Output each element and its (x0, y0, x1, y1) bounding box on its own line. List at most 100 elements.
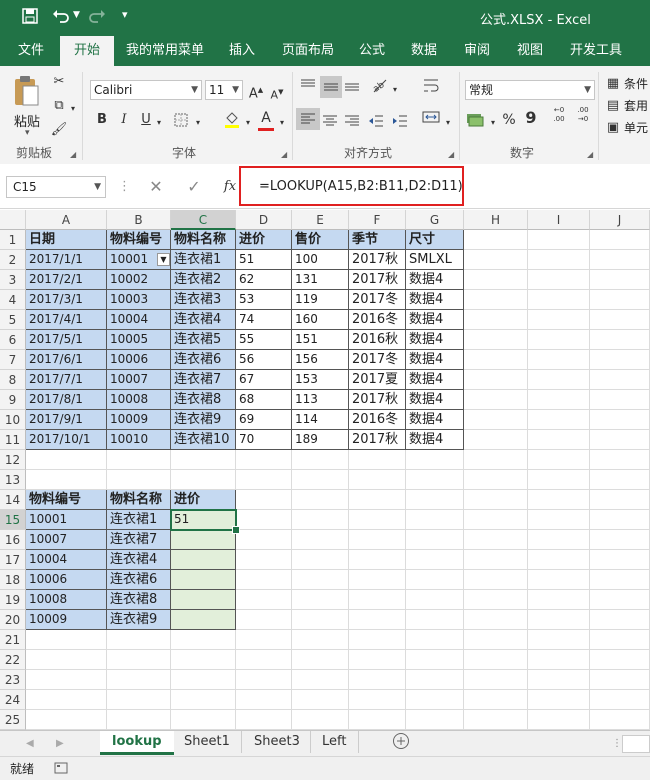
cell[interactable] (464, 270, 528, 290)
cell[interactable] (26, 470, 107, 490)
cell[interactable] (528, 350, 590, 370)
table1-cell[interactable]: 119 (292, 290, 349, 310)
conditional-format-label[interactable]: 条件 (624, 75, 648, 92)
table1-cell[interactable]: 2017/1/1 (26, 250, 107, 270)
cell[interactable] (406, 710, 464, 730)
cell[interactable] (292, 690, 349, 710)
table1-cell[interactable]: 160 (292, 310, 349, 330)
cell[interactable] (590, 590, 650, 610)
table1-cell[interactable]: 2017夏 (349, 370, 406, 390)
table1-cell[interactable]: 数据4 (406, 330, 464, 350)
cell[interactable] (590, 310, 650, 330)
table1-cell[interactable]: 56 (236, 350, 292, 370)
align-middle-icon[interactable] (320, 76, 342, 98)
cell[interactable] (236, 630, 292, 650)
cell[interactable] (406, 610, 464, 630)
merge-dropdown-icon[interactable]: ▾ (443, 113, 453, 133)
table1-cell[interactable]: 连衣裙3 (171, 290, 236, 310)
table1-cell[interactable]: 131 (292, 270, 349, 290)
row-header-19[interactable]: 19 (0, 590, 26, 610)
cell[interactable] (590, 670, 650, 690)
font-color-icon[interactable]: A (256, 108, 276, 131)
cell[interactable] (349, 590, 406, 610)
row-header-6[interactable]: 6 (0, 330, 26, 350)
row-header-24[interactable]: 24 (0, 690, 26, 710)
table2-cell[interactable]: 10008 (26, 590, 107, 610)
table1-cell[interactable]: 62 (236, 270, 292, 290)
cell[interactable] (464, 230, 528, 250)
table2-cell[interactable] (171, 550, 236, 570)
decrease-indent-icon[interactable] (368, 110, 388, 128)
table2-cell[interactable]: 连衣裙9 (107, 610, 171, 630)
cell[interactable] (590, 450, 650, 470)
cell[interactable] (406, 570, 464, 590)
cell[interactable] (349, 710, 406, 730)
tab-data[interactable]: 数据 (411, 36, 437, 66)
cell[interactable] (406, 690, 464, 710)
cell[interactable] (590, 610, 650, 630)
table1-cell[interactable]: 连衣裙2 (171, 270, 236, 290)
cell[interactable] (292, 670, 349, 690)
underline-button[interactable]: U (138, 110, 154, 130)
borders-dropdown-icon[interactable]: ▾ (193, 113, 203, 133)
table1-cell[interactable]: 数据4 (406, 430, 464, 450)
table1-cell[interactable]: 2016冬 (349, 410, 406, 430)
redo-icon[interactable] (88, 8, 106, 24)
shrink-font-button[interactable]: A▼ (270, 82, 284, 106)
table1-cell[interactable]: 数据4 (406, 350, 464, 370)
table2-cell[interactable]: 10001 (26, 510, 107, 530)
table2-cell[interactable]: 连衣裙1 (107, 510, 171, 530)
format-painter-icon[interactable]: 🖌 (50, 120, 68, 140)
save-icon[interactable] (22, 8, 38, 24)
cell[interactable] (107, 710, 171, 730)
table1-cell[interactable]: 70 (236, 430, 292, 450)
cell[interactable] (528, 610, 590, 630)
cell[interactable] (464, 530, 528, 550)
row-header-8[interactable]: 8 (0, 370, 26, 390)
row-header-2[interactable]: 2 (0, 250, 26, 270)
row-header-1[interactable]: 1 (0, 230, 26, 250)
table1-cell[interactable]: 153 (292, 370, 349, 390)
copy-icon[interactable]: ⧉ (50, 96, 68, 116)
cell[interactable] (292, 550, 349, 570)
cell[interactable] (464, 330, 528, 350)
cell[interactable] (236, 610, 292, 630)
sheet-tab-lookup[interactable]: lookup (100, 731, 174, 755)
cell[interactable] (528, 530, 590, 550)
table2-header-cell[interactable]: 物料编号 (26, 490, 107, 510)
cell[interactable] (528, 250, 590, 270)
table1-header-cell[interactable]: 日期 (26, 230, 107, 250)
cell[interactable] (464, 470, 528, 490)
table1-cell[interactable]: 连衣裙5 (171, 330, 236, 350)
cell[interactable] (107, 450, 171, 470)
cell[interactable] (464, 670, 528, 690)
table2-cell[interactable] (171, 610, 236, 630)
sheet-tab-sheet3[interactable]: Sheet3 (254, 731, 300, 755)
column-header-h[interactable]: H (464, 210, 528, 230)
cell[interactable] (464, 610, 528, 630)
table1-cell[interactable]: 连衣裙8 (171, 390, 236, 410)
table1-cell[interactable]: 数据4 (406, 310, 464, 330)
table1-cell[interactable]: 189 (292, 430, 349, 450)
cell[interactable] (528, 630, 590, 650)
cancel-icon[interactable]: ✕ (146, 177, 166, 197)
cell[interactable] (590, 470, 650, 490)
row-header-5[interactable]: 5 (0, 310, 26, 330)
cell[interactable] (590, 390, 650, 410)
table2-cell[interactable]: 连衣裙7 (107, 530, 171, 550)
orientation-icon[interactable]: ab (370, 76, 390, 94)
cell[interactable] (171, 450, 236, 470)
table1-cell[interactable]: 10004 (107, 310, 171, 330)
tab-review[interactable]: 审阅 (464, 36, 490, 66)
row-header-17[interactable]: 17 (0, 550, 26, 570)
sheet-tab-left[interactable]: Left (322, 731, 346, 755)
row-header-3[interactable]: 3 (0, 270, 26, 290)
cell[interactable] (464, 450, 528, 470)
row-header-4[interactable]: 4 (0, 290, 26, 310)
scroll-right-icon[interactable]: ▶ (56, 733, 64, 757)
font-color-dropdown-icon[interactable]: ▾ (277, 113, 287, 133)
table2-cell[interactable] (171, 530, 236, 550)
cell[interactable] (292, 570, 349, 590)
new-sheet-icon[interactable] (392, 732, 410, 756)
table2-cell[interactable] (171, 570, 236, 590)
